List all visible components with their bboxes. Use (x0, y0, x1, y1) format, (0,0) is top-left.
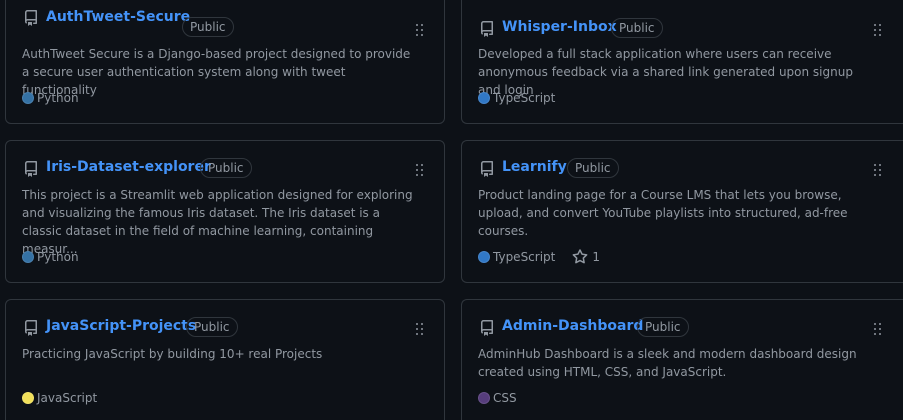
repo-icon (481, 161, 493, 177)
star-count: 1 (592, 250, 601, 264)
repo-meta: TypeScript 1 (478, 248, 600, 266)
star-icon (572, 249, 588, 264)
repo-language: Python (37, 91, 79, 105)
repo-icon (24, 320, 37, 336)
repo-meta: CSS (478, 389, 517, 407)
visibility-badge: Public (611, 18, 663, 38)
repo-card: AuthTweet-Secure Public AuthTweet Secure… (5, 0, 445, 124)
repo-description: Practicing JavaScript by building 10+ re… (22, 347, 323, 361)
repo-language: TypeScript (493, 250, 556, 264)
grabber-icon[interactable] (874, 24, 882, 36)
repo-icon (24, 161, 37, 177)
language-color-dot (478, 392, 490, 404)
language-color-dot (478, 92, 490, 104)
repo-description: This project is a Streamlit web applicat… (22, 188, 413, 256)
repo-description: AdminHub Dashboard is a sleek and modern… (478, 347, 857, 379)
repo-name-link[interactable]: AuthTweet-Secure (46, 7, 190, 27)
repo-card: JavaScript-Projects Public Practicing Ja… (5, 299, 445, 420)
language-color-dot (478, 251, 490, 263)
grabber-icon[interactable] (416, 24, 424, 36)
repo-name-link[interactable]: Learnify (502, 157, 567, 177)
pinned-repos-grid: AuthTweet-Secure Public AuthTweet Secure… (0, 0, 903, 420)
repo-language: Python (37, 250, 79, 264)
repo-card: Learnify Public Product landing page for… (461, 140, 903, 283)
repo-meta: Python (22, 89, 79, 107)
visibility-badge: Public (186, 317, 238, 337)
repo-card: Whisper-Inbox Public Developed a full st… (461, 0, 903, 124)
repo-description: AuthTweet Secure is a Django-based proje… (22, 47, 411, 97)
grabber-icon[interactable] (416, 164, 424, 176)
visibility-badge: Public (637, 317, 689, 337)
repo-name-link[interactable]: JavaScript-Projects (46, 316, 196, 336)
repo-icon (481, 21, 493, 37)
repo-language: CSS (493, 391, 517, 405)
repo-icon (481, 320, 493, 336)
repo-name-link[interactable]: Whisper-Inbox (502, 17, 617, 37)
language-color-dot (22, 92, 34, 104)
language-color-dot (22, 392, 34, 404)
repo-name-link[interactable]: Iris-Dataset-explorer (46, 157, 211, 177)
visibility-badge: Public (182, 17, 234, 37)
visibility-badge: Public (567, 158, 619, 178)
language-color-dot (22, 251, 34, 263)
repo-card: Iris-Dataset-explorer Public This projec… (5, 140, 445, 283)
repo-icon (24, 10, 37, 26)
repo-meta: TypeScript (478, 89, 555, 107)
repo-name-link[interactable]: Admin-Dashboard (502, 316, 643, 336)
repo-card: Admin-Dashboard Public AdminHub Dashboar… (461, 299, 903, 420)
repo-meta: Python (22, 248, 79, 266)
repo-language: JavaScript (37, 391, 98, 405)
grabber-icon[interactable] (874, 164, 882, 176)
stargazers-link[interactable]: 1 (572, 248, 600, 266)
repo-language: TypeScript (493, 91, 556, 105)
repo-description: Product landing page for a Course LMS th… (478, 188, 848, 238)
grabber-icon[interactable] (416, 323, 424, 335)
grabber-icon[interactable] (874, 323, 882, 335)
repo-meta: JavaScript (22, 389, 97, 407)
visibility-badge: Public (200, 158, 252, 178)
